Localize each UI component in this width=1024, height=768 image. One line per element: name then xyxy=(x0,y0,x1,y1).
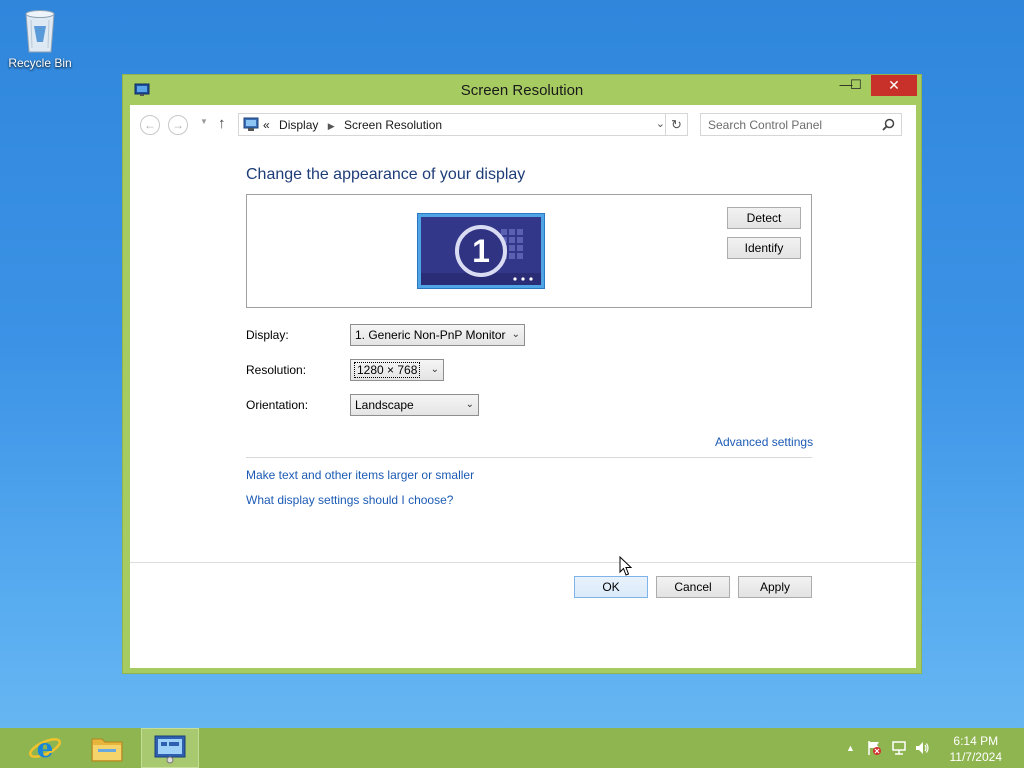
apply-button[interactable]: Apply xyxy=(738,576,812,598)
breadcrumb-display[interactable]: Display xyxy=(279,118,318,132)
breadcrumb-screen-resolution[interactable]: Screen Resolution xyxy=(344,118,442,132)
back-button[interactable]: ← xyxy=(140,115,160,135)
up-arrow-icon: ↑ xyxy=(218,115,226,132)
display-preview-panel: 1 Detect Identify xyxy=(246,194,812,308)
identify-button[interactable]: Identify xyxy=(727,237,801,259)
search-icon[interactable] xyxy=(882,118,895,131)
volume-icon[interactable] xyxy=(914,740,930,756)
chevron-down-icon: ⌄ xyxy=(511,329,520,340)
display-select[interactable]: 1. Generic Non-PnP Monitor ⌄ xyxy=(350,324,525,346)
advanced-settings-link[interactable]: Advanced settings xyxy=(715,435,813,449)
title-bar[interactable]: Screen Resolution — ☐ ✕ xyxy=(123,75,921,105)
page-title: Change the appearance of your display xyxy=(246,166,526,183)
window-client-area: ← → ▼ ↑ « Display ▶ Screen Resolution ⌄ … xyxy=(130,105,916,668)
back-arrow-icon: ← xyxy=(144,118,156,132)
screen-resolution-window: Screen Resolution — ☐ ✕ ← → ▼ ↑ « Displa… xyxy=(122,74,922,674)
divider xyxy=(246,457,812,458)
display-select-value: 1. Generic Non-PnP Monitor xyxy=(355,328,506,342)
chevron-up-icon: ▲ xyxy=(846,743,855,753)
maximize-button[interactable]: ☐ xyxy=(843,75,869,96)
taskbar-file-explorer[interactable] xyxy=(78,728,136,768)
display-help-link[interactable]: What display settings should I choose? xyxy=(246,493,453,507)
monitor-number-label: 1 xyxy=(472,233,490,269)
display-settings-icon xyxy=(154,735,186,764)
taskbar-internet-explorer[interactable]: e xyxy=(16,728,74,768)
text-size-link[interactable]: Make text and other items larger or smal… xyxy=(246,468,474,482)
window-title: Screen Resolution xyxy=(460,82,584,99)
orientation-select[interactable]: Landscape ⌄ xyxy=(350,394,479,416)
ok-button[interactable]: OK xyxy=(574,576,648,598)
recent-pages-dropdown[interactable]: ▼ xyxy=(200,117,208,126)
detect-button[interactable]: Detect xyxy=(727,207,801,229)
monitor-1-preview[interactable]: 1 xyxy=(417,213,545,289)
search-box[interactable] xyxy=(700,113,902,136)
refresh-icon: ↻ xyxy=(671,117,682,132)
clock-time: 6:14 PM xyxy=(953,734,999,748)
address-dropdown-icon[interactable]: ⌄ xyxy=(656,117,665,130)
close-button[interactable]: ✕ xyxy=(871,75,917,96)
breadcrumb: « Display ▶ Screen Resolution xyxy=(263,118,448,132)
chevron-down-icon: ⌄ xyxy=(465,399,474,410)
orientation-select-value: Landscape xyxy=(355,398,414,412)
forward-arrow-icon: → xyxy=(172,118,184,132)
folder-icon xyxy=(91,738,123,762)
internet-explorer-icon: e xyxy=(29,734,61,764)
refresh-button[interactable]: ↻ xyxy=(665,114,687,135)
breadcrumb-separator-icon[interactable]: ▶ xyxy=(328,121,335,131)
show-hidden-icons[interactable]: ▲ xyxy=(846,743,855,753)
orientation-label: Orientation: xyxy=(246,398,309,412)
chevron-down-icon: ▼ xyxy=(200,117,208,126)
control-panel-icon xyxy=(243,117,259,131)
taskbar-screen-resolution[interactable] xyxy=(141,728,199,768)
resolution-label: Resolution: xyxy=(246,363,307,377)
recycle-bin-label: Recycle Bin xyxy=(8,56,72,70)
recycle-bin-shortcut[interactable]: Recycle Bin xyxy=(4,6,76,70)
resolution-select[interactable]: 1280 × 768 ⌄ xyxy=(350,359,444,381)
cancel-button[interactable]: Cancel xyxy=(656,576,730,598)
address-bar[interactable]: « Display ▶ Screen Resolution ⌄ ↻ xyxy=(238,113,688,136)
search-input[interactable] xyxy=(701,114,871,135)
display-label: Display: xyxy=(246,328,289,342)
resolution-select-value: 1280 × 768 xyxy=(354,362,421,378)
button-bar-divider xyxy=(130,562,916,563)
chevron-down-icon: ⌄ xyxy=(430,364,439,375)
mouse-cursor-icon xyxy=(619,556,633,576)
recycle-bin-icon xyxy=(25,10,55,53)
breadcrumb-overflow[interactable]: « xyxy=(263,118,270,132)
clock-date: 11/7/2024 xyxy=(949,750,1003,764)
maximize-icon: ☐ xyxy=(850,77,862,92)
svg-text:e: e xyxy=(37,734,54,764)
action-center-flag-icon[interactable] xyxy=(866,740,882,756)
clock[interactable]: 6:14 PM 11/7/2024 xyxy=(950,733,1003,765)
taskbar: e ▲ 6:14 PM 11/7/2024 xyxy=(0,728,1024,768)
close-icon: ✕ xyxy=(888,77,900,93)
forward-button[interactable]: → xyxy=(168,115,188,135)
up-button[interactable]: ↑ xyxy=(218,115,226,132)
network-icon[interactable] xyxy=(891,740,907,756)
